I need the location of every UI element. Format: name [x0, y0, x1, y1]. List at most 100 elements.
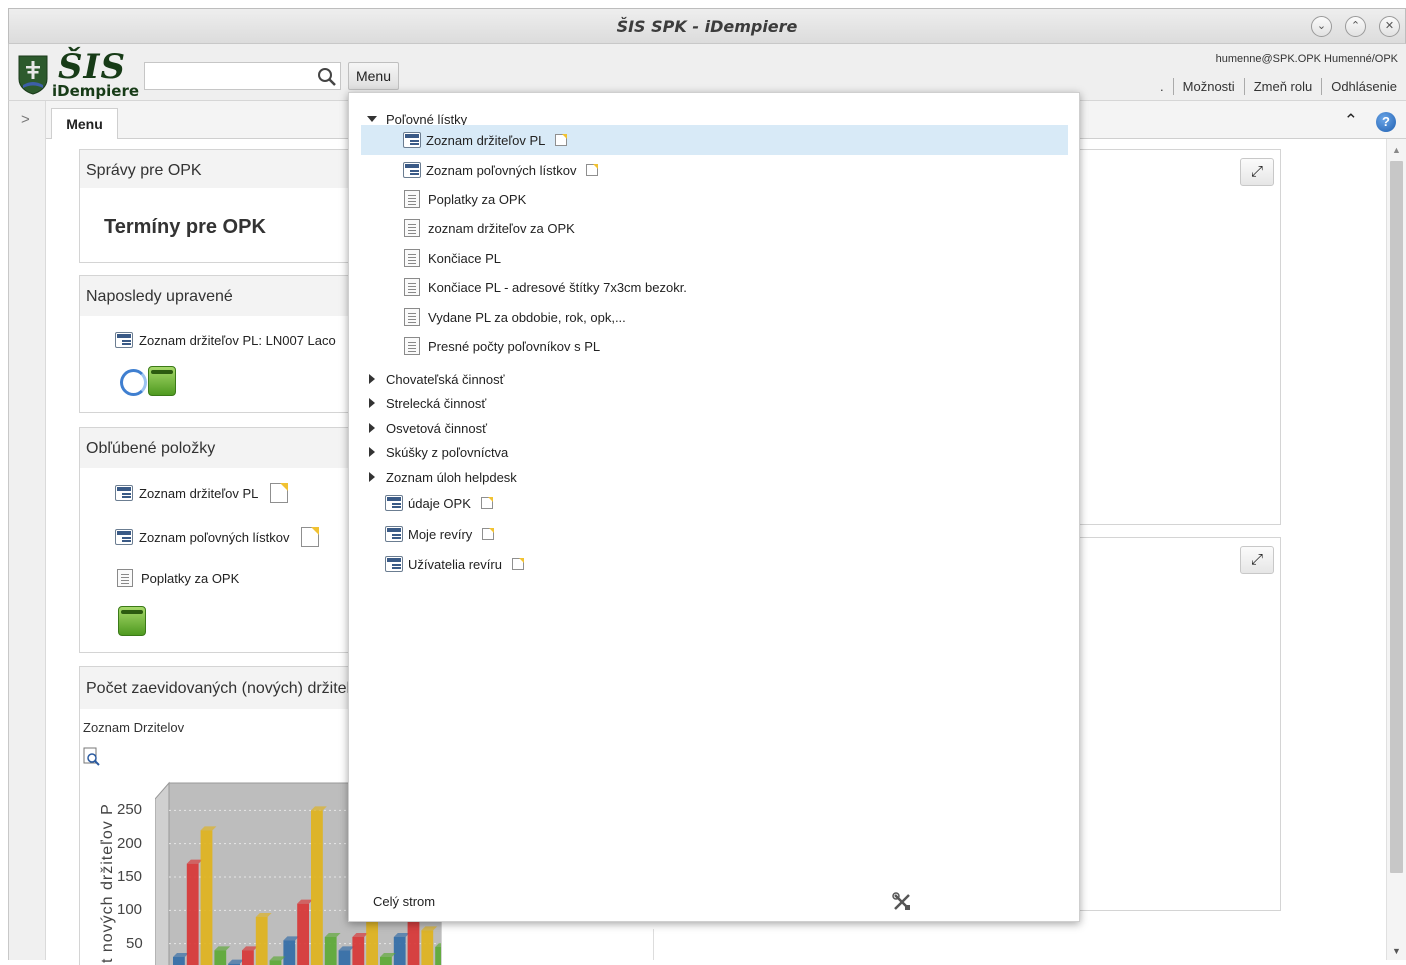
note-icon	[270, 483, 289, 503]
panel-title: Obľúbené položky	[80, 428, 378, 468]
tree-item[interactable]: Moje revíry	[385, 520, 1092, 548]
logo-text: ŠIS	[58, 47, 127, 87]
chart-bar	[173, 957, 185, 965]
window-icon	[385, 495, 403, 511]
header-dot: .	[1160, 78, 1164, 94]
favorites-panel: Obľúbené položky Zoznam držiteľov PL Zoz…	[79, 427, 379, 653]
chart-bar	[283, 940, 296, 965]
tree-item-label: Užívatelia revíru	[408, 556, 502, 572]
chart-ylabel: t nových držiteľov P	[99, 803, 116, 963]
report-icon	[404, 249, 420, 267]
tree-folder-collapsed[interactable]: Osvetová činnosť	[369, 416, 1076, 440]
help-icon[interactable]: ?	[1376, 112, 1396, 132]
report-icon	[404, 278, 420, 296]
tree-item[interactable]: zoznam držiteľov za OPK	[361, 213, 1068, 243]
chart-bar	[269, 960, 282, 965]
favorite-item-label: Zoznam držiteľov PL	[139, 485, 259, 501]
west-panel-collapsed: >	[8, 101, 46, 960]
collapsed-triangle-icon[interactable]	[369, 447, 375, 457]
report-icon	[404, 308, 420, 326]
panel-title: Správy pre OPK	[80, 150, 378, 188]
collapsed-triangle-icon[interactable]	[369, 374, 375, 384]
refresh-icon[interactable]	[120, 369, 147, 396]
collapse-up-icon[interactable]: ⌃	[1344, 111, 1358, 131]
expand-icon[interactable]: ⤢	[1240, 158, 1274, 186]
tree-item[interactable]: Poplatky za OPK	[361, 184, 1068, 214]
tab-menu[interactable]: Menu	[51, 108, 118, 140]
tree-item-label: zoznam držiteľov za OPK	[428, 220, 575, 236]
tree-item[interactable]: Presné počty poľovníkov s PL	[361, 331, 1068, 361]
chart-bar	[380, 957, 392, 965]
collapsed-triangle-icon[interactable]	[369, 398, 375, 408]
menu-button[interactable]: Menu	[348, 62, 399, 90]
change-role-link[interactable]: Zmeň rolu	[1245, 79, 1322, 94]
window-title: ŠIS SPK - iDempiere	[616, 17, 798, 36]
tree-folder-collapsed[interactable]: Strelecká činnosť	[369, 391, 1076, 415]
tree-item-label: Zoznam držiteľov PL	[426, 132, 546, 148]
favorite-item[interactable]: Poplatky za OPK	[117, 569, 239, 587]
tree-item[interactable]: Užívatelia revíru	[385, 550, 1092, 578]
tree-item[interactable]: Vydane PL za obdobie, rok, opk,...	[361, 302, 1068, 332]
chart-bar	[186, 863, 199, 965]
report-icon	[404, 190, 420, 208]
notices-panel: Správy pre OPK Termíny pre OPK	[79, 149, 379, 263]
tree-item-label: Končiace PL	[428, 250, 501, 266]
recent-item[interactable]: Zoznam držiteľov PL: LN007 Laco	[115, 332, 336, 348]
chart-bar	[338, 950, 351, 965]
full-tree-link[interactable]: Celý strom	[373, 894, 435, 909]
window-icon	[403, 162, 421, 178]
scroll-thumb[interactable]	[1390, 161, 1403, 873]
report-icon	[404, 337, 420, 355]
options-link[interactable]: Možnosti	[1174, 79, 1244, 94]
tree-item[interactable]: Zoznam poľovných lístkov	[361, 155, 1068, 185]
chevron-right-icon[interactable]: >	[21, 111, 30, 128]
chart-bar	[214, 950, 227, 965]
note-icon	[555, 134, 568, 146]
tree-item-label: Presné počty poľovníkov s PL	[428, 338, 601, 354]
chart-bar	[255, 917, 268, 965]
note-icon	[586, 164, 599, 176]
favorite-item[interactable]: Zoznam držiteľov PL	[115, 483, 289, 503]
tree-folder-collapsed[interactable]: Chovateľská činnosť	[369, 367, 1076, 391]
chart-tick-label: 200	[117, 834, 143, 852]
collapsed-triangle-icon[interactable]	[369, 423, 375, 433]
tools-icon[interactable]	[892, 892, 912, 912]
chart-bar	[407, 917, 420, 965]
vertical-scrollbar[interactable]: ▲ ▼	[1386, 139, 1406, 960]
recycle-bin-icon[interactable]	[118, 606, 146, 636]
tree-item-label: Poplatky za OPK	[428, 191, 527, 207]
collapsed-triangle-icon[interactable]	[369, 472, 375, 482]
tree-folder-label: Strelecká činnosť	[386, 395, 487, 411]
recycle-bin-icon[interactable]	[148, 366, 176, 396]
expand-icon[interactable]: ⤢	[1240, 546, 1274, 574]
search-input[interactable]	[144, 62, 341, 90]
chart-bar	[200, 830, 213, 965]
tree-folder-collapsed[interactable]: Skúšky z poľovníctva	[369, 440, 1076, 464]
minimize-button[interactable]: ⌄	[1311, 16, 1332, 37]
tree-item[interactable]: Končiace PL - adresové štítky 7x3cm bezo…	[361, 272, 1068, 302]
favorite-item[interactable]: Zoznam poľovných lístkov	[115, 527, 320, 547]
chart-bar	[324, 937, 337, 965]
zoom-icon[interactable]	[83, 747, 101, 767]
close-button[interactable]: ✕	[1379, 16, 1400, 37]
search-icon[interactable]	[317, 67, 337, 87]
maximize-button[interactable]: ⌃	[1345, 16, 1366, 37]
tree-item[interactable]: údaje OPK	[385, 489, 1092, 517]
window-icon	[385, 556, 403, 572]
chart-bar	[311, 810, 323, 965]
tree-item[interactable]: Zoznam držiteľov PL	[361, 125, 1068, 155]
user-info: humenne@SPK.OPK Humenné/OPK	[1215, 53, 1398, 65]
tree-folder-label: Osvetová činnosť	[386, 420, 487, 436]
favorite-item-label: Poplatky za OPK	[141, 570, 240, 586]
scroll-up-icon[interactable]: ▲	[1392, 145, 1401, 155]
tree-folder-collapsed[interactable]: Zoznam úloh helpdesk	[369, 465, 1076, 489]
tree-folder-label: Skúšky z poľovníctva	[386, 444, 509, 460]
chart-bar	[421, 930, 434, 965]
expanded-triangle-icon[interactable]	[367, 116, 377, 122]
chart-tick-label: 100	[117, 901, 143, 919]
tree-item[interactable]: Končiace PL	[361, 243, 1068, 273]
scroll-down-icon[interactable]: ▼	[1392, 946, 1401, 956]
chart-bar	[435, 947, 441, 965]
logout-link[interactable]: Odhlásenie	[1322, 79, 1406, 94]
note-icon	[482, 528, 495, 540]
